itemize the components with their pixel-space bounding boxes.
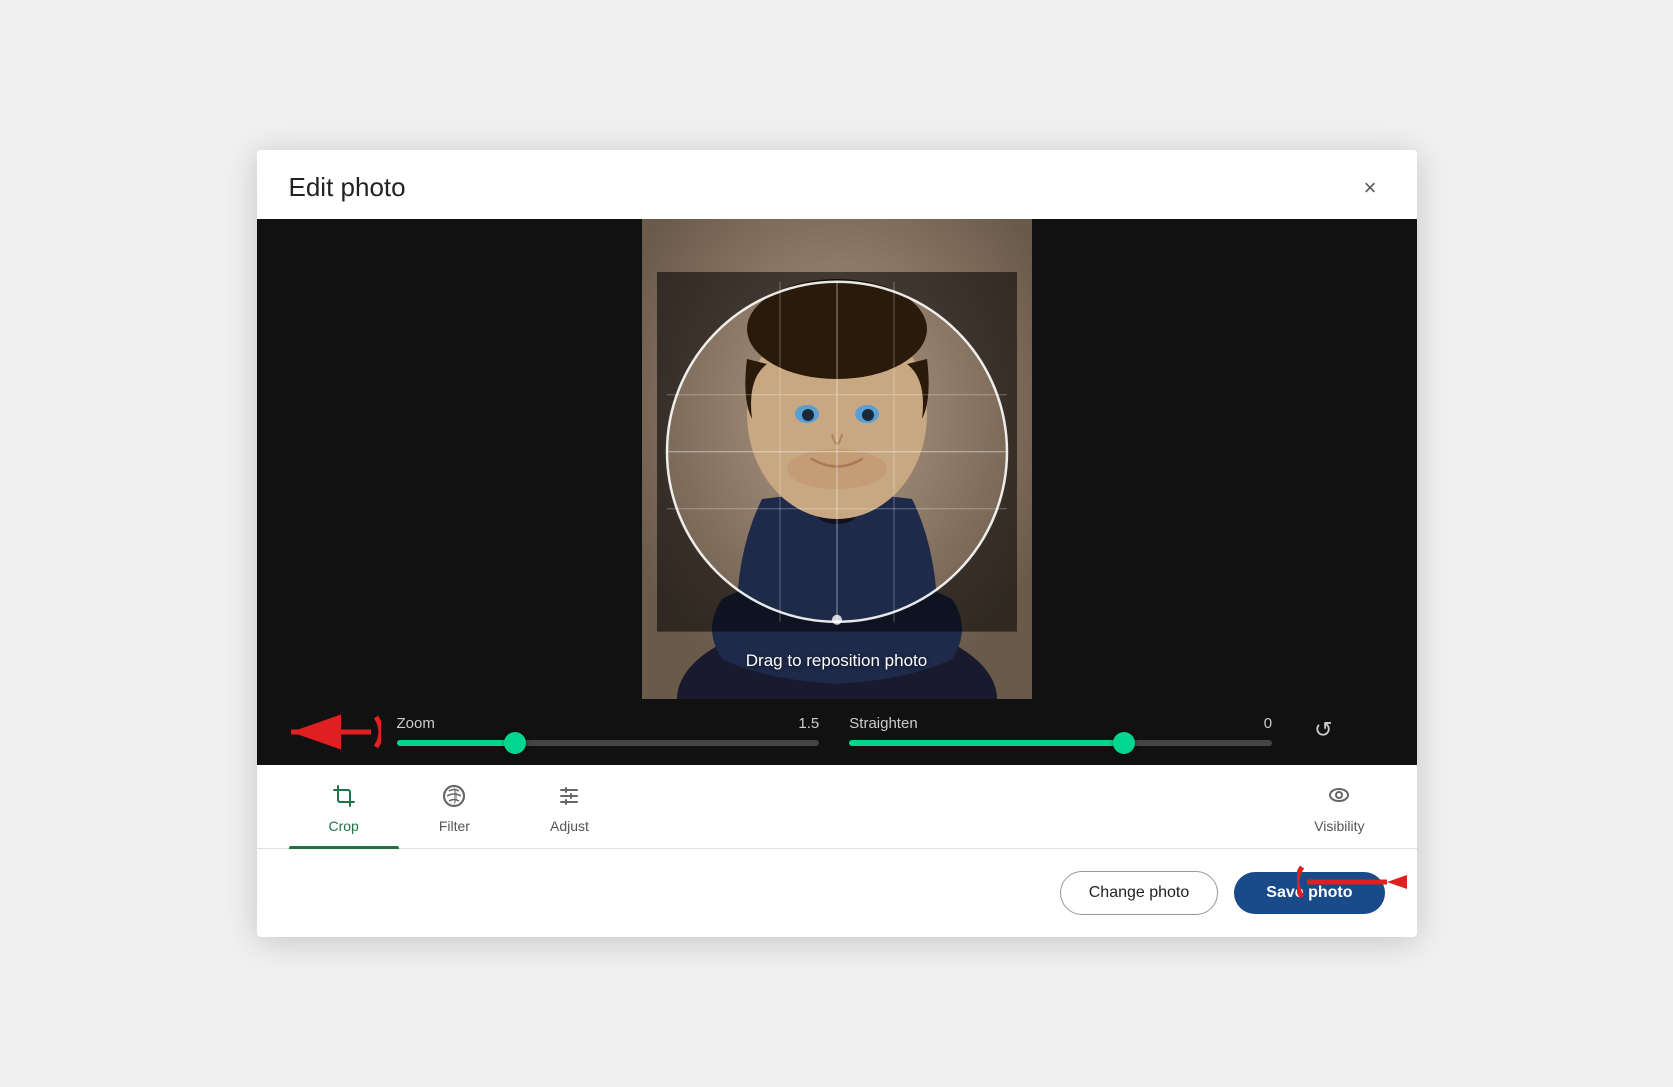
- change-photo-button[interactable]: Change photo: [1060, 871, 1219, 915]
- close-button[interactable]: ×: [1356, 173, 1385, 203]
- zoom-track[interactable]: [397, 740, 820, 746]
- tab-adjust[interactable]: Adjust: [510, 766, 629, 848]
- drag-instruction-text: Drag to reposition photo: [746, 651, 927, 671]
- annotation-arrow-right: [1297, 857, 1407, 907]
- tab-filter[interactable]: Filter: [399, 766, 510, 848]
- annotation-arrow-left: [271, 707, 381, 757]
- zoom-thumb[interactable]: [504, 732, 526, 754]
- tab-filter-label: Filter: [439, 818, 470, 834]
- zoom-value: 1.5: [798, 715, 819, 732]
- crop-circle-overlay: [657, 272, 1017, 632]
- visibility-label: Visibility: [1314, 818, 1364, 834]
- straighten-value: 0: [1264, 715, 1272, 732]
- zoom-label: Zoom: [397, 715, 435, 732]
- reset-button[interactable]: ↺: [1310, 713, 1336, 747]
- filter-icon: [442, 784, 466, 812]
- tab-crop[interactable]: Crop: [289, 766, 399, 848]
- straighten-fill: [849, 740, 1124, 746]
- visibility-tab[interactable]: Visibility: [1294, 765, 1384, 848]
- straighten-slider-group: Straighten 0: [849, 715, 1272, 746]
- adjust-icon: [557, 784, 581, 812]
- tab-crop-label: Crop: [329, 818, 359, 834]
- zoom-slider-group: Zoom 1.5: [397, 715, 820, 746]
- crop-icon: [332, 784, 356, 812]
- straighten-track[interactable]: [849, 740, 1272, 746]
- edit-photo-dialog: Edit photo ×: [257, 150, 1417, 937]
- photo-canvas[interactable]: Drag to reposition photo: [257, 219, 1417, 699]
- bottom-bar-wrapper: Change photo Save photo: [257, 849, 1417, 937]
- dialog-title: Edit photo: [289, 172, 406, 203]
- sliders-section: Zoom 1.5 Straighten 0: [257, 699, 1417, 765]
- zoom-fill: [397, 740, 515, 746]
- straighten-thumb[interactable]: [1113, 732, 1135, 754]
- tabs-row: Crop Filter: [257, 765, 1417, 849]
- straighten-label: Straighten: [849, 715, 917, 732]
- tab-adjust-label: Adjust: [550, 818, 589, 834]
- controls-bar: Zoom 1.5 Straighten 0: [257, 699, 1417, 765]
- dialog-header: Edit photo ×: [257, 150, 1417, 219]
- visibility-icon: [1327, 783, 1351, 812]
- bottom-bar: Change photo Save photo: [257, 849, 1417, 937]
